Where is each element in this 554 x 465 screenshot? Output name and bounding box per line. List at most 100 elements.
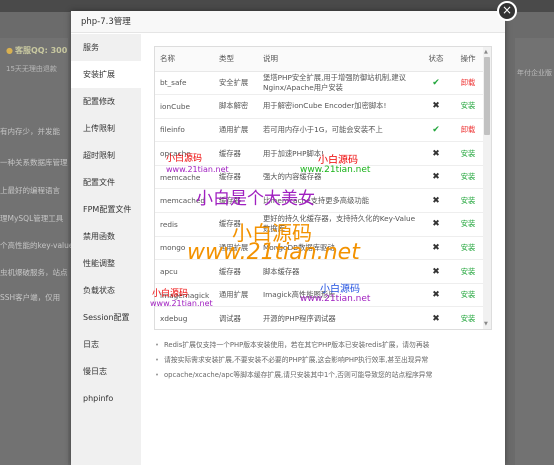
col-header-desc: 说明 xyxy=(263,47,421,72)
status-cell: ✔ xyxy=(421,71,451,96)
op-cell: 安装 xyxy=(451,259,485,284)
table-row: bt_safe 安全扩展 堡塔PHP安全扩展,用于增强防御站机制,建议Nginx… xyxy=(155,71,485,96)
background-line: 上最好的编程语言 xyxy=(0,186,60,195)
table-row: memcached 缓存器 比memcache支持更多高级功能 ✖ 安装 xyxy=(155,188,485,214)
background-line: 一种关系数据库管理 xyxy=(0,158,68,167)
status-cell: ✖ xyxy=(421,259,451,284)
extensions-table-wrap: 名称 类型 说明 状态 操作 bt_safe 安全扩展 堡塔PHP安全扩展,用于… xyxy=(154,46,492,330)
side-menu: 服务 安装扩展 配置修改 上传限制 超时限制 配置文件 FPM配置文件 禁用函数… xyxy=(71,34,141,465)
background-right-text: 年付企业版 xyxy=(517,69,552,77)
ext-type: 缓存器 xyxy=(219,212,263,237)
op-cell: 安装 xyxy=(451,165,485,190)
menu-item-config-file[interactable]: 配置文件 xyxy=(71,169,141,196)
menu-item-upload-limit[interactable]: 上传限制 xyxy=(71,115,141,142)
close-icon[interactable]: × xyxy=(497,1,517,21)
ext-name: ionCube xyxy=(155,94,219,119)
ext-desc: 比memcache支持更多高级功能 xyxy=(263,188,421,214)
status-cell: ✖ xyxy=(421,236,451,261)
ext-type: 安全扩展 xyxy=(219,71,263,96)
ext-desc: 更好的持久化缓存器，支持持久化的Key-Value数据库 xyxy=(263,212,421,237)
status-cell: ✖ xyxy=(421,165,451,190)
ext-type: 缓存器 xyxy=(219,188,263,214)
install-link[interactable]: 安装 xyxy=(461,196,476,205)
scroll-down-arrow-icon[interactable]: ▼ xyxy=(484,321,488,327)
install-link[interactable]: 安装 xyxy=(461,290,476,299)
menu-item-log[interactable]: 日志 xyxy=(71,331,141,358)
ext-name: apcu xyxy=(155,259,219,284)
ext-desc: 用于加速PHP脚本! xyxy=(263,141,421,166)
table-row: apcu 缓存器 脚本缓存器 ✖ 安装 xyxy=(155,259,485,284)
extension-notes: Redis扩展仅支持一个PHP版本安装使用，若在其它PHP版本已安装redis扩… xyxy=(154,338,492,383)
install-link[interactable]: 安装 xyxy=(461,243,476,252)
check-icon: ✔ xyxy=(432,124,440,135)
op-cell: 安装 xyxy=(451,188,485,214)
install-link[interactable]: 安装 xyxy=(461,101,476,110)
table-header-row: 名称 类型 说明 状态 操作 xyxy=(155,47,485,72)
uninstall-link[interactable]: 卸载 xyxy=(461,78,476,87)
cross-icon: ✖ xyxy=(432,242,440,253)
install-link[interactable]: 安装 xyxy=(461,267,476,276)
ext-name: memcache xyxy=(155,165,219,190)
table-row: redis 缓存器 更好的持久化缓存器，支持持久化的Key-Value数据库 ✖… xyxy=(155,212,485,237)
background-notice: 15天无理由退款 xyxy=(6,65,57,73)
cross-icon: ✖ xyxy=(432,313,440,324)
scroll-up-arrow-icon[interactable]: ▲ xyxy=(484,49,488,55)
background-right-panel xyxy=(515,38,554,465)
menu-item-extensions[interactable]: 安装扩展 xyxy=(71,61,141,88)
extensions-table: 名称 类型 说明 状态 操作 bt_safe 安全扩展 堡塔PHP安全扩展,用于… xyxy=(155,47,485,329)
ext-type: 缓存器 xyxy=(219,259,263,284)
install-link[interactable]: 安装 xyxy=(461,314,476,323)
cross-icon: ✖ xyxy=(432,172,440,183)
ext-name: redis xyxy=(155,212,219,237)
note-item: Redis扩展仅支持一个PHP版本安装使用，若在其它PHP版本已安装redis扩… xyxy=(154,338,492,353)
menu-item-session-config[interactable]: Session配置 xyxy=(71,304,141,331)
cross-icon: ✖ xyxy=(432,219,440,230)
ext-desc: 脚本缓存器 xyxy=(263,259,421,284)
op-cell: 安装 xyxy=(451,306,485,329)
scrollbar-thumb[interactable] xyxy=(484,57,490,135)
uninstall-link[interactable]: 卸载 xyxy=(461,125,476,134)
background-line: 有内存少，并发能 xyxy=(0,127,60,136)
ext-type: 通用扩展 xyxy=(219,283,263,308)
table-scrollbar[interactable]: ▲ ▼ xyxy=(483,47,491,329)
col-header-type: 类型 xyxy=(219,47,263,72)
background-line: 虫机爆破服务，站点 xyxy=(0,268,68,277)
cross-icon: ✖ xyxy=(432,266,440,277)
op-cell: 安装 xyxy=(451,94,485,119)
install-link[interactable]: 安装 xyxy=(461,219,476,228)
ext-name: xdebug xyxy=(155,306,219,329)
menu-item-phpinfo[interactable]: phpinfo xyxy=(71,385,141,412)
php-manage-dialog: php-7.3管理 服务 安装扩展 配置修改 上传限制 超时限制 配置文件 FP… xyxy=(71,11,505,465)
op-cell: 卸载 xyxy=(451,118,485,143)
menu-item-slow-log[interactable]: 慢日志 xyxy=(71,358,141,385)
ext-desc: 开源的PHP程序调试器 xyxy=(263,306,421,329)
menu-item-fpm-config[interactable]: FPM配置文件 xyxy=(71,196,141,223)
ext-name: bt_safe xyxy=(155,71,219,96)
menu-item-timeout-limit[interactable]: 超时限制 xyxy=(71,142,141,169)
table-row: fileinfo 通用扩展 若可用内存小于1G，可能会安装不上 ✔ 卸载 xyxy=(155,118,485,143)
op-cell: 卸载 xyxy=(451,71,485,96)
menu-item-performance[interactable]: 性能调整 xyxy=(71,250,141,277)
menu-item-service[interactable]: 服务 xyxy=(71,34,141,61)
ext-name: fileinfo xyxy=(155,118,219,143)
status-cell: ✖ xyxy=(421,94,451,119)
menu-item-disabled-functions[interactable]: 禁用函数 xyxy=(71,223,141,250)
install-link[interactable]: 安装 xyxy=(461,172,476,181)
ext-desc: 用于解密ionCube Encoder加密脚本! xyxy=(263,94,421,119)
op-cell: 安装 xyxy=(451,141,485,166)
table-row: opcache 缓存器 用于加速PHP脚本! ✖ 安装 xyxy=(155,141,485,166)
menu-item-load-status[interactable]: 负载状态 xyxy=(71,277,141,304)
op-cell: 安装 xyxy=(451,236,485,261)
menu-item-config-edit[interactable]: 配置修改 xyxy=(71,88,141,115)
cross-icon: ✖ xyxy=(432,101,440,112)
status-cell: ✖ xyxy=(421,306,451,329)
install-link[interactable]: 安装 xyxy=(461,149,476,158)
status-cell: ✖ xyxy=(421,141,451,166)
background-line: SSH客户端，仅用 xyxy=(0,293,61,302)
cross-icon: ✖ xyxy=(432,195,440,206)
ext-type: 脚本解密 xyxy=(219,94,263,119)
ext-desc: Imagick高性能图形库 xyxy=(263,283,421,308)
table-row: mongo 通用扩展 MongoDB数据库驱动 ✖ 安装 xyxy=(155,236,485,261)
ext-name: memcached xyxy=(155,188,219,214)
ext-type: 缓存器 xyxy=(219,165,263,190)
